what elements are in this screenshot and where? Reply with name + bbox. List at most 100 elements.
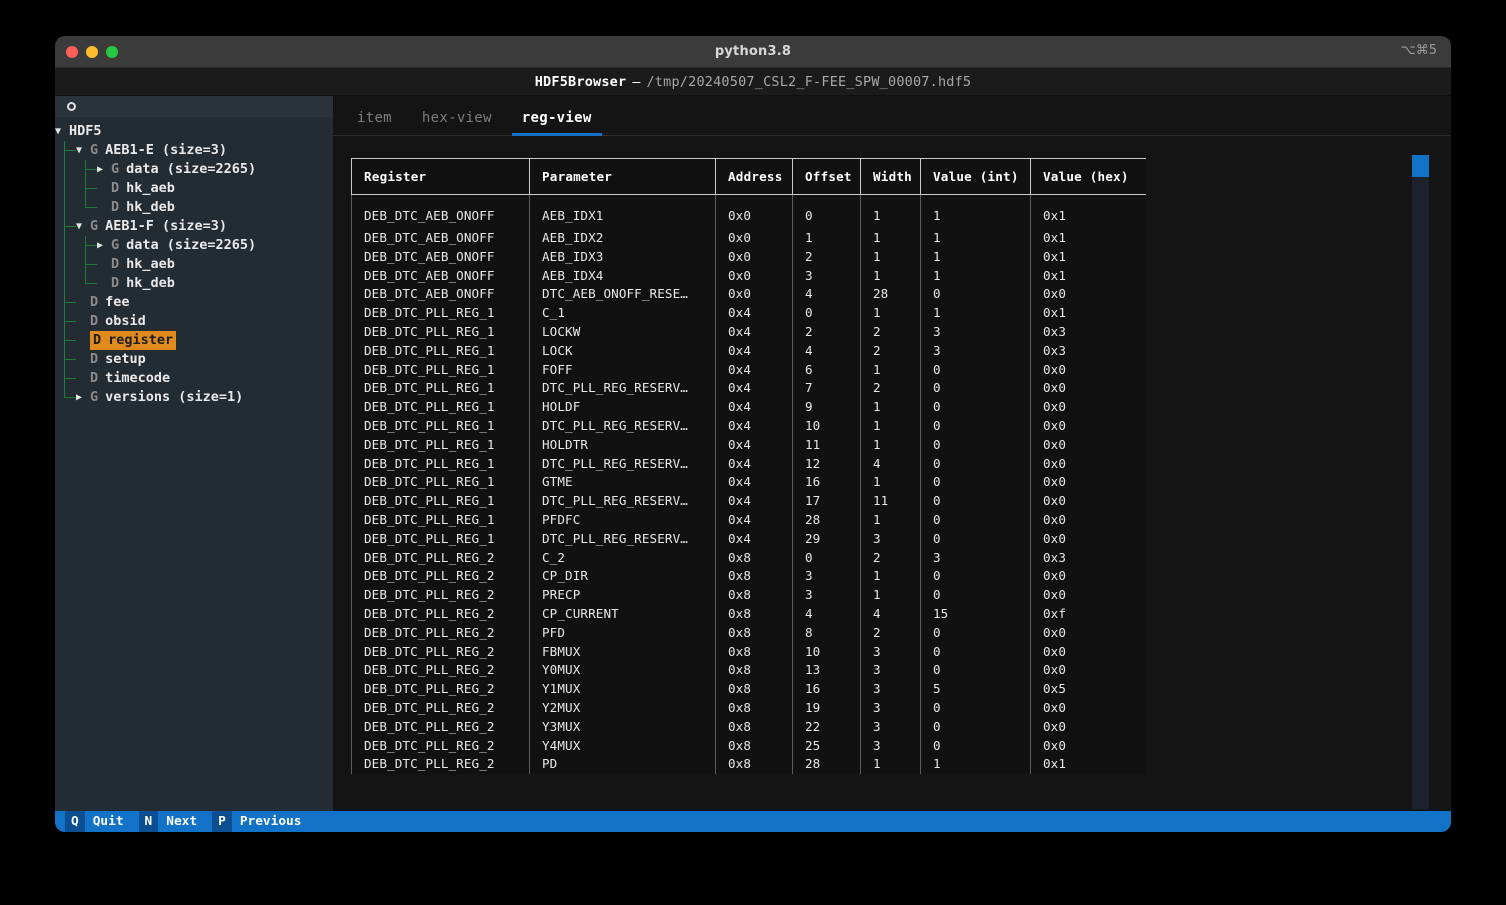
table-cell: Y0MUX bbox=[529, 661, 716, 681]
table-cell: 1 bbox=[920, 229, 1031, 248]
tree-item-label: obsid bbox=[105, 313, 146, 329]
table-row[interactable]: DEB_DTC_PLL_REG_1 LOCK 0x4 4 2 3 0x3 bbox=[351, 341, 1146, 361]
table-cell: 1 bbox=[860, 360, 921, 380]
zoom-button-icon[interactable] bbox=[106, 45, 118, 58]
table-cell: 15 bbox=[920, 604, 1031, 624]
table-row[interactable]: DEB_DTC_PLL_REG_1 DTC_PLL_REG_RESERV… 0x4 1… bbox=[351, 454, 1146, 474]
table-row[interactable]: DEB_DTC_AEB_ONOFF AEB_IDX1 0x0 0 1 1 0x1 bbox=[351, 194, 1146, 229]
chevron-right-icon[interactable]: ▶ bbox=[97, 236, 111, 255]
tab-item[interactable]: item bbox=[347, 110, 402, 136]
table-row[interactable]: DEB_DTC_PLL_REG_1 HOLDTR 0x4 11 1 0 0x0 bbox=[351, 435, 1146, 455]
tree-guide-cell bbox=[55, 217, 76, 236]
table-cell: DEB_DTC_PLL_REG_1 bbox=[351, 510, 530, 530]
table-cell: 6 bbox=[792, 360, 861, 380]
table-row[interactable]: DEB_DTC_PLL_REG_1 HOLDF 0x4 9 1 0 0x0 bbox=[351, 398, 1146, 417]
table-row[interactable]: DEB_DTC_PLL_REG_2 PFD 0x8 8 2 0 0x0 bbox=[351, 623, 1146, 643]
app-body: ▼ HDF5 ▼ G AEB1-E (size=3) ▶ Gdata (size=2265)… bbox=[55, 96, 1451, 811]
table-row[interactable]: DEB_DTC_PLL_REG_1 DTC_PLL_REG_RESERV… 0x4 1… bbox=[351, 416, 1146, 436]
table-row[interactable]: DEB_DTC_PLL_REG_2 PRECP 0x8 3 1 0 0x0 bbox=[351, 586, 1146, 605]
table-row[interactable]: DEB_DTC_PLL_REG_1 GTME 0x4 16 1 0 0x0 bbox=[351, 473, 1146, 493]
table-row[interactable]: DEB_DTC_AEB_ONOFF DTC_AEB_ONOFF_RESE… 0x0 4… bbox=[351, 285, 1146, 305]
scrollbar-thumb[interactable] bbox=[1412, 155, 1429, 177]
circle-icon bbox=[67, 102, 76, 111]
minimize-button-icon[interactable] bbox=[86, 45, 98, 58]
tab-hex-view[interactable]: hex-view bbox=[412, 110, 502, 136]
table-row[interactable]: DEB_DTC_PLL_REG_2 Y3MUX 0x8 22 3 0 0x0 bbox=[351, 717, 1146, 737]
status-label-previous[interactable]: Previous bbox=[232, 811, 310, 832]
table-row[interactable]: DEB_DTC_PLL_REG_2 FBMUX 0x8 10 3 0 0x0 bbox=[351, 642, 1146, 662]
table-row[interactable]: DEB_DTC_PLL_REG_1 DTC_PLL_REG_RESERV… 0x4 1… bbox=[351, 492, 1146, 511]
table-row[interactable]: DEB_DTC_PLL_REG_2 CP_CURRENT 0x8 4 4 15 0xf bbox=[351, 604, 1146, 624]
tree-guide-cell bbox=[76, 255, 97, 274]
table-cell: 0x0 bbox=[1030, 567, 1146, 587]
table-cell: 0 bbox=[920, 510, 1031, 530]
table-row[interactable]: DEB_DTC_PLL_REG_1 FOFF 0x4 6 1 0 0x0 bbox=[351, 360, 1146, 380]
table-row[interactable]: DEB_DTC_AEB_ONOFF AEB_IDX2 0x0 1 1 1 0x1 bbox=[351, 229, 1146, 248]
table-cell: 10 bbox=[792, 642, 861, 662]
table-cell: 3 bbox=[860, 736, 921, 756]
tab-reg-view[interactable]: reg-view bbox=[511, 110, 602, 136]
table-cell: 0x1 bbox=[1030, 266, 1146, 286]
table-cell: 0x0 bbox=[1030, 360, 1146, 380]
tree-item-fee[interactable]: ·Dfee bbox=[55, 293, 333, 312]
table-row[interactable]: DEB_DTC_PLL_REG_2 Y4MUX 0x8 25 3 0 0x0 bbox=[351, 736, 1146, 756]
tree-item-hk_deb[interactable]: ·Dhk_deb bbox=[55, 274, 333, 293]
chevron-right-icon[interactable]: ▶ bbox=[76, 388, 90, 407]
table-cell: 0 bbox=[920, 717, 1031, 737]
table-row[interactable]: DEB_DTC_PLL_REG_1 PFDFC 0x4 28 1 0 0x0 bbox=[351, 510, 1146, 530]
table-cell: 1 bbox=[860, 510, 921, 530]
tree-item-hk_aeb[interactable]: ·Dhk_aeb bbox=[55, 179, 333, 198]
tree-item-setup[interactable]: ·Dsetup bbox=[55, 350, 333, 369]
table-row[interactable]: DEB_DTC_PLL_REG_2 PD 0x8 28 1 1 0x1 bbox=[351, 755, 1146, 775]
chevron-down-icon[interactable]: ▼ bbox=[76, 217, 90, 236]
table-cell: 3 bbox=[920, 341, 1031, 361]
tree-item-data[interactable]: ▶ Gdata (size=2265) bbox=[55, 160, 333, 179]
status-key-previous[interactable]: P bbox=[212, 811, 232, 832]
table-row[interactable]: DEB_DTC_AEB_ONOFF AEB_IDX4 0x0 3 1 1 0x1 bbox=[351, 266, 1146, 286]
table-cell: DEB_DTC_PLL_REG_1 bbox=[351, 454, 530, 474]
table-cell: DEB_DTC_PLL_REG_1 bbox=[351, 435, 530, 455]
table-cell: 2 bbox=[792, 247, 861, 267]
table-row[interactable]: DEB_DTC_AEB_ONOFF AEB_IDX3 0x0 2 1 1 0x1 bbox=[351, 247, 1146, 267]
tree-item-content: Dhk_deb bbox=[111, 198, 175, 217]
chevron-down-icon[interactable]: ▼ bbox=[55, 122, 69, 141]
tree-item-register[interactable]: ·Dregister bbox=[55, 331, 333, 350]
table-cell: 0x1 bbox=[1030, 229, 1146, 248]
tree-item-obsid[interactable]: ·Dobsid bbox=[55, 312, 333, 331]
table-row[interactable]: DEB_DTC_PLL_REG_2 CP_DIR 0x8 3 1 0 0x0 bbox=[351, 567, 1146, 587]
hdf5-tree[interactable]: ▼ HDF5 ▼ G AEB1-E (size=3) ▶ Gdata (size=2265)… bbox=[55, 117, 333, 811]
status-label-next[interactable]: Next bbox=[158, 811, 205, 832]
tree-item-hk_deb[interactable]: ·Dhk_deb bbox=[55, 198, 333, 217]
chevron-right-icon[interactable]: ▶ bbox=[97, 160, 111, 179]
table-row[interactable]: DEB_DTC_PLL_REG_2 Y0MUX 0x8 13 3 0 0x0 bbox=[351, 661, 1146, 681]
table-cell: 0 bbox=[792, 304, 861, 323]
table-cell: 1 bbox=[920, 194, 1031, 229]
table-row[interactable]: DEB_DTC_PLL_REG_1 C_1 0x4 0 1 1 0x1 bbox=[351, 304, 1146, 323]
table-row[interactable]: DEB_DTC_PLL_REG_1 DTC_PLL_REG_RESERV… 0x4 7… bbox=[351, 379, 1146, 399]
table-row[interactable]: DEB_DTC_PLL_REG_1 LOCKW 0x4 2 2 3 0x3 bbox=[351, 322, 1146, 342]
table-cell: DEB_DTC_PLL_REG_1 bbox=[351, 322, 530, 342]
table-row[interactable]: DEB_DTC_PLL_REG_2 C_2 0x8 0 2 3 0x3 bbox=[351, 548, 1146, 568]
table-cell: PFDFC bbox=[529, 510, 716, 530]
tree-item-aeb1-e[interactable]: ▼ G AEB1-E (size=3) bbox=[55, 141, 333, 160]
tree-item-aeb1-f[interactable]: ▼ G AEB1-F (size=3) bbox=[55, 217, 333, 236]
table-cell: 0x0 bbox=[1030, 717, 1146, 737]
tree-item-hdf5[interactable]: ▼ HDF5 bbox=[55, 122, 333, 141]
table-row[interactable]: DEB_DTC_PLL_REG_2 Y1MUX 0x8 16 3 5 0x5 bbox=[351, 680, 1146, 699]
tree-item-data[interactable]: ▶ Gdata (size=2265) bbox=[55, 236, 333, 255]
tree-item-versions[interactable]: ▶ Gversions (size=1) bbox=[55, 388, 333, 407]
table-row[interactable]: DEB_DTC_PLL_REG_2 Y2MUX 0x8 19 3 0 0x0 bbox=[351, 698, 1146, 718]
chevron-down-icon[interactable]: ▼ bbox=[76, 141, 90, 160]
tree-item-content: G AEB1-E (size=3) bbox=[90, 141, 227, 160]
vertical-scrollbar[interactable] bbox=[1412, 155, 1429, 809]
tree-item-hk_aeb[interactable]: ·Dhk_aeb bbox=[55, 255, 333, 274]
status-key-quit[interactable]: Q bbox=[65, 811, 85, 832]
status-key-next[interactable]: N bbox=[138, 811, 159, 832]
table-row[interactable]: DEB_DTC_PLL_REG_1 DTC_PLL_REG_RESERV… 0x4 2… bbox=[351, 529, 1146, 549]
close-button-icon[interactable] bbox=[66, 45, 78, 58]
tree-guide-cell bbox=[76, 236, 97, 255]
status-label-quit[interactable]: Quit bbox=[85, 811, 132, 832]
table-cell: DTC_PLL_REG_RESERV… bbox=[529, 492, 716, 511]
table-cell: 0x4 bbox=[715, 341, 793, 361]
tree-item-timecode[interactable]: ·Dtimecode bbox=[55, 369, 333, 388]
